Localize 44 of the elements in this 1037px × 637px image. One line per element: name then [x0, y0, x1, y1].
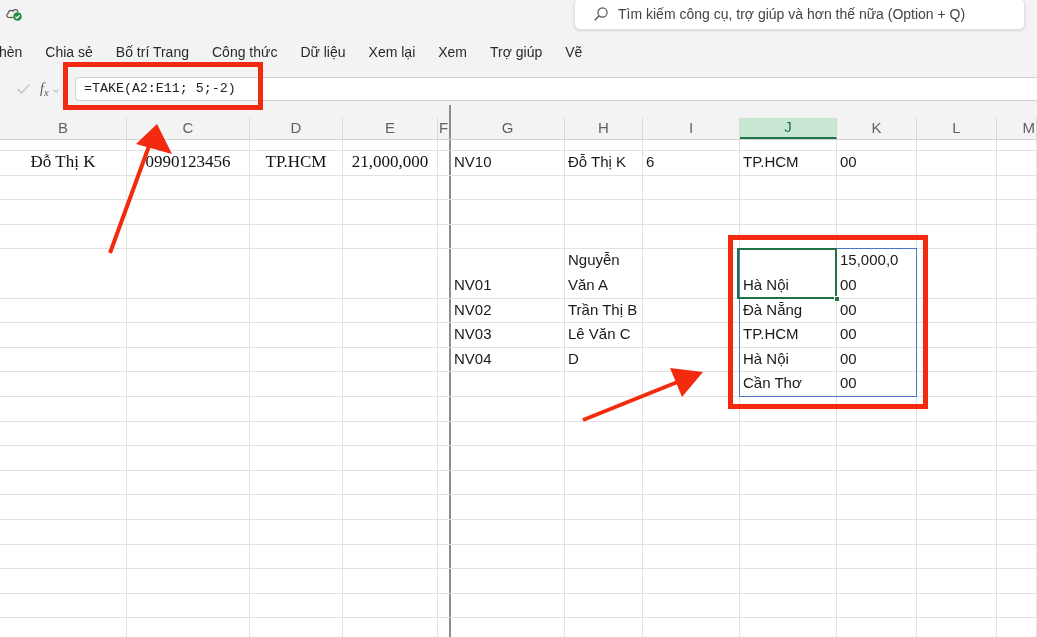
- table-cell: Đà Nẵng: [740, 298, 836, 323]
- chevron-down-icon[interactable]: [52, 89, 59, 93]
- table-cell: 00: [837, 298, 916, 323]
- table-cell: 00: [837, 323, 916, 347]
- table-cell-text: 6: [645, 152, 656, 172]
- table-cell-text: 00: [839, 152, 858, 172]
- table-cell-text: NV01: [453, 274, 493, 295]
- ribbon-tab[interactable]: Công thức: [212, 40, 278, 66]
- search-icon: [594, 7, 608, 21]
- table-cell-text: Lê Văn C: [567, 324, 632, 345]
- table-cell: 00: [837, 372, 916, 396]
- fill-handle[interactable]: [834, 295, 840, 302]
- formula-input[interactable]: =TAKE(A2:E11; 5;-2): [75, 77, 1037, 101]
- function-button[interactable]: f$_{x}$: [40, 82, 49, 96]
- table-cell-text: Đỗ Thị K: [567, 152, 628, 172]
- ribbon-tab[interactable]: Bố trí Trang: [115, 40, 189, 66]
- table-cell: Cần Thơ: [740, 372, 836, 396]
- ribbon-tab[interactable]: Chia sẻ: [45, 40, 93, 66]
- ribbon-tab[interactable]: Xem: [438, 40, 468, 66]
- check-icon[interactable]: [17, 84, 30, 94]
- table-cell-text: D: [567, 348, 580, 369]
- table-cell-text: NV03: [453, 324, 493, 345]
- column-header[interactable]: F: [438, 118, 449, 139]
- ribbon-tab[interactable]: Trợ giúp: [490, 40, 543, 66]
- ribbon-tab[interactable]: hèn: [0, 40, 23, 66]
- table-cell-text: Đỗ Thị K: [29, 151, 97, 173]
- ribbon-tab[interactable]: Dữ liệu: [300, 40, 346, 66]
- table-cell-text: NV02: [453, 299, 493, 320]
- table-cell-text: Nguyễn Văn A: [567, 250, 621, 295]
- table-cell: Hà Nội: [740, 347, 836, 372]
- ribbon-tab[interactable]: Vẽ: [565, 40, 583, 66]
- search-field[interactable]: Tìm kiếm công cụ, trợ giúp và hơn thế nữa (Option + Q): [574, 0, 1025, 30]
- table-cell-text: TP.HCM: [264, 151, 328, 173]
- table-cell: TP.HCM: [740, 323, 836, 347]
- table-cell-text: TP.HCM: [742, 152, 800, 172]
- table-cell-text: NV10: [453, 152, 493, 172]
- ribbon-tab[interactable]: Xem lại: [368, 40, 416, 66]
- table-cell: 00: [837, 347, 916, 372]
- column-header[interactable]: J: [740, 118, 837, 139]
- table-cell-text: NV04: [453, 348, 493, 369]
- table-cell-text: 21,000,000: [350, 151, 430, 173]
- table-cell-text: 0990123456: [144, 151, 232, 173]
- table-cell: 15,000,0 00: [837, 249, 916, 298]
- table-cell-text: Trần Thị B: [567, 299, 639, 320]
